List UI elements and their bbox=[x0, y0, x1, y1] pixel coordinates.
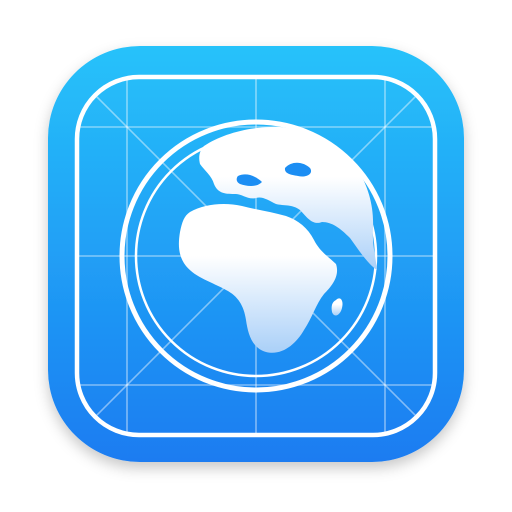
app-icon[interactable] bbox=[0, 0, 512, 512]
app-icon-canvas bbox=[0, 0, 512, 512]
